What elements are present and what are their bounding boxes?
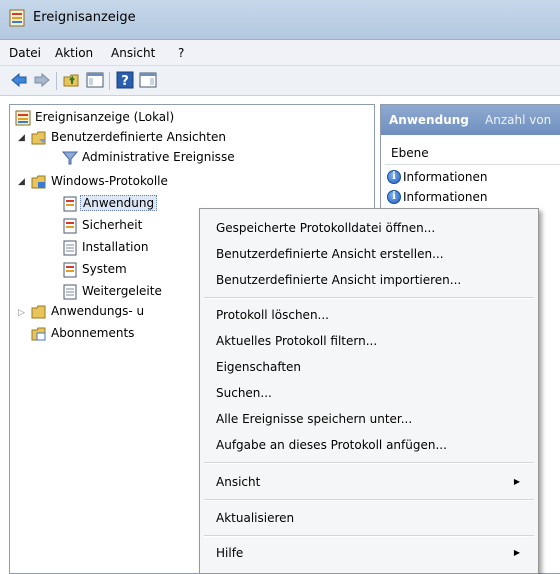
table-row[interactable]: i Informationen — [385, 189, 560, 207]
folder-icon — [31, 131, 46, 145]
forward-arrow-icon[interactable] — [33, 71, 51, 89]
submenu-arrow-icon: ▶ — [513, 477, 520, 486]
menu-item-find[interactable]: Suchen... — [214, 382, 534, 404]
context-menu: Gespeicherte Protokolldatei öffnen... Be… — [199, 208, 539, 574]
menu-help[interactable]: ? — [178, 46, 184, 60]
menu-item-refresh[interactable]: Aktualisieren — [214, 507, 534, 529]
menu-item-open-saved-log[interactable]: Gespeicherte Protokolldatei öffnen... — [214, 217, 534, 239]
menu-separator — [204, 499, 534, 501]
menu-separator — [204, 297, 534, 299]
menu-item-attach-task[interactable]: Aufgabe an dieses Protokoll anfügen... — [214, 434, 534, 456]
tree-item-label: Installation — [82, 240, 149, 254]
tree-item-label: Anwendungs- u — [51, 304, 145, 318]
log-icon — [63, 262, 77, 278]
menu-ansicht[interactable]: Ansicht — [111, 46, 155, 60]
menu-separator — [204, 462, 534, 464]
up-folder-icon[interactable] — [63, 71, 81, 89]
menu-item-help[interactable]: Hilfe ▶ — [214, 542, 534, 564]
back-arrow-icon[interactable] — [10, 71, 28, 89]
expanded-arrow-icon[interactable]: ◢ — [18, 177, 25, 187]
menu-separator — [204, 535, 534, 537]
tree-item-label: System — [82, 262, 127, 276]
pane-header: Anwendung Anzahl von — [381, 105, 560, 135]
submenu-arrow-icon: ▶ — [513, 548, 520, 557]
tree-item-label: Administrative Ereignisse — [82, 150, 235, 164]
menu-datei[interactable]: Datei — [9, 46, 41, 60]
row-level: Informationen — [403, 170, 488, 184]
menu-item-filter-current-log[interactable]: Aktuelles Protokoll filtern... — [214, 330, 534, 352]
filter-icon — [62, 151, 78, 165]
menu-item-save-all-events[interactable]: Alle Ereignisse speichern unter... — [214, 408, 534, 430]
log-icon — [63, 284, 77, 300]
tree-item-label: Abonnements — [51, 326, 135, 340]
information-icon: i — [387, 190, 401, 204]
tree-item-label: Anwendung — [80, 195, 158, 211]
table-row[interactable]: i Informationen — [385, 169, 560, 187]
toolbar: ? — [0, 66, 560, 96]
tree-item-label: Weitergeleite — [82, 284, 162, 298]
folder-icon — [31, 175, 46, 189]
tree-item-label: Windows-Protokolle — [51, 174, 168, 188]
column-header-level[interactable]: Ebene — [385, 143, 560, 165]
subscriptions-icon — [31, 327, 46, 341]
collapsed-arrow-icon[interactable]: ▷ — [18, 308, 25, 318]
event-viewer-icon — [9, 9, 25, 27]
menu-item-view[interactable]: Ansicht ▶ — [214, 471, 534, 493]
log-icon — [63, 196, 77, 212]
row-level: Informationen — [403, 190, 488, 204]
menu-item-import-custom-view[interactable]: Benutzerdefinierte Ansicht importieren..… — [214, 269, 534, 291]
tree-item-label: Ereignisanzeige (Lokal) — [35, 110, 175, 124]
menu-item-clear-log[interactable]: Protokoll löschen... — [214, 304, 534, 326]
menu-bar: Datei Aktion Ansicht ? — [0, 40, 560, 66]
pane-header-title: Anwendung — [389, 113, 469, 127]
log-icon — [63, 240, 77, 256]
menu-aktion[interactable]: Aktion — [55, 46, 93, 60]
menu-item-properties[interactable]: Eigenschaften — [214, 356, 534, 378]
show-hide-action-pane-icon[interactable] — [139, 71, 157, 89]
folder-icon — [31, 305, 46, 319]
title-bar: Ereignisanzeige — [0, 0, 560, 40]
expanded-arrow-icon[interactable]: ◢ — [18, 133, 25, 143]
pane-header-count: Anzahl von — [485, 113, 552, 127]
event-viewer-icon — [15, 110, 31, 126]
information-icon: i — [387, 170, 401, 184]
show-hide-tree-icon[interactable] — [86, 71, 104, 89]
log-icon — [63, 218, 77, 234]
menu-item-create-custom-view[interactable]: Benutzerdefinierte Ansicht erstellen... — [214, 243, 534, 265]
svg-text:?: ? — [121, 74, 129, 89]
help-icon[interactable]: ? — [116, 71, 134, 89]
window-title: Ereignisanzeige — [33, 10, 136, 25]
tree-item-label: Benutzerdefinierte Ansichten — [51, 130, 226, 144]
tree-item-label: Sicherheit — [82, 218, 143, 232]
